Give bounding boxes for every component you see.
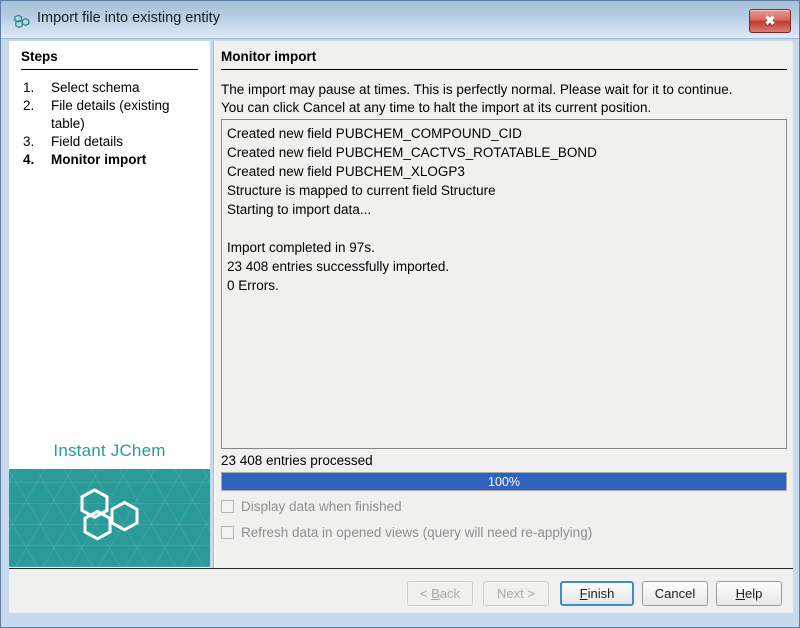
footer-bar: < Back Next > Finish Cancel Help — [9, 569, 793, 613]
step-item-4: 4. Monitor import — [21, 151, 206, 169]
step-label: Field details — [51, 134, 123, 149]
intro-text: The import may pause at times. This is p… — [221, 81, 787, 117]
log-line: Created new field PUBCHEM_XLOGP3 — [227, 162, 781, 181]
checkbox-label: Display data when finished — [241, 499, 402, 514]
brand-name: Instant JChem — [9, 441, 210, 461]
step-number: 1. — [23, 79, 45, 97]
step-number: 2. — [23, 97, 45, 115]
next-button[interactable]: Next > — [483, 581, 549, 606]
import-log-area[interactable]: Created new field PUBCHEM_COMPOUND_CID C… — [221, 119, 787, 449]
log-line: Created new field PUBCHEM_CACTVS_ROTATAB… — [227, 143, 781, 162]
brand-logo-panel — [9, 469, 210, 567]
step-number: 3. — [23, 133, 45, 151]
next-button-label: Next > — [497, 586, 535, 601]
intro-line-2: You can click Cancel at any time to halt… — [221, 99, 787, 117]
log-line: 0 Errors. — [227, 276, 781, 295]
close-button[interactable]: ✖ — [749, 9, 791, 33]
step-label: Select schema — [51, 80, 140, 95]
log-line: Import completed in 97s. — [227, 238, 781, 257]
finish-button-label: Finish — [580, 586, 615, 601]
back-button-label: < Back — [420, 586, 460, 601]
dialog-window: Import file into existing entity ✖ Steps… — [0, 0, 800, 628]
steps-list: 1. Select schema 2. File details (existi… — [21, 79, 206, 169]
jchem-hexagons-logo-icon — [77, 487, 143, 550]
log-line: Structure is mapped to current field Str… — [227, 181, 781, 200]
log-line: 23 408 entries successfully imported. — [227, 257, 781, 276]
checkbox-label: Refresh data in opened views (query will… — [241, 525, 592, 540]
cancel-button[interactable]: Cancel — [642, 581, 708, 606]
checkbox-icon[interactable] — [221, 526, 234, 539]
intro-line-1: The import may pause at times. This is p… — [221, 81, 787, 99]
checkbox-refresh-data-in-opened-views[interactable]: Refresh data in opened views (query will… — [221, 523, 592, 541]
window-title: Import file into existing entity — [37, 10, 220, 26]
checkbox-icon[interactable] — [221, 500, 234, 513]
cancel-button-label: Cancel — [655, 586, 695, 601]
progress-percent-label: 100% — [222, 473, 786, 490]
steps-heading-rule — [21, 69, 198, 70]
close-icon: ✖ — [750, 10, 790, 32]
steps-panel: Steps 1. Select schema 2. File details (… — [9, 41, 210, 568]
title-bar: Import file into existing entity ✖ — [1, 1, 800, 39]
main-panel: Monitor import The import may pause at t… — [215, 41, 793, 568]
step-label: File details (existing table) — [51, 98, 170, 131]
page-title: Monitor import — [221, 49, 316, 64]
log-line: Starting to import data... — [227, 200, 781, 219]
finish-button[interactable]: Finish — [560, 581, 634, 606]
step-item-1: 1. Select schema — [21, 79, 206, 97]
entries-processed-label: 23 408 entries processed — [221, 453, 373, 468]
step-item-2: 2. File details (existing table) — [21, 97, 206, 133]
step-number: 4. — [23, 151, 45, 169]
step-label: Monitor import — [51, 152, 146, 167]
jchem-hexagons-icon — [13, 12, 31, 30]
steps-heading: Steps — [21, 49, 58, 64]
help-button[interactable]: Help — [716, 581, 782, 606]
log-line: Created new field PUBCHEM_COMPOUND_CID — [227, 124, 781, 143]
step-item-3: 3. Field details — [21, 133, 206, 151]
log-line-blank — [227, 219, 781, 238]
back-button[interactable]: < Back — [407, 581, 473, 606]
help-button-label: Help — [736, 586, 763, 601]
import-progress-bar: 100% — [221, 472, 787, 491]
page-title-rule — [221, 69, 787, 70]
checkbox-display-data-when-finished[interactable]: Display data when finished — [221, 497, 402, 515]
